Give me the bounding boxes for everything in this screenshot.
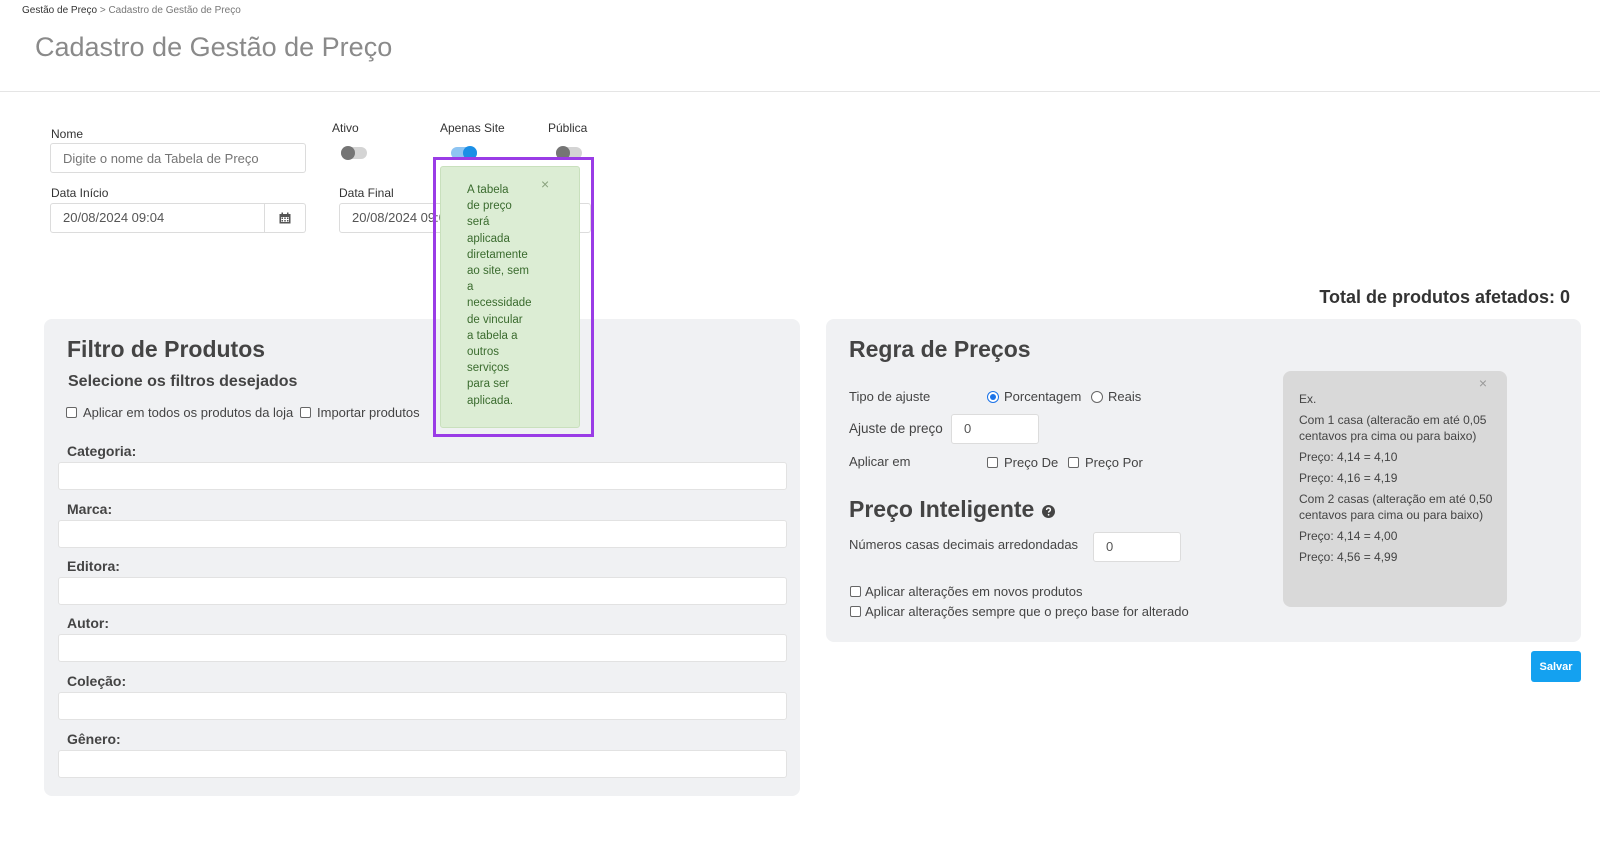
novos-produtos-label: Aplicar alterações em novos produtos [865, 584, 1083, 599]
example-line: Preço: 4,14 = 4,00 [1299, 529, 1398, 543]
example-line: Com 2 casas (alteração em até 0,50 centa… [1299, 492, 1493, 522]
publica-label: Pública [548, 121, 588, 135]
nome-input[interactable] [50, 143, 306, 173]
ativo-label: Ativo [332, 121, 359, 135]
editora-select[interactable] [58, 577, 787, 605]
aplicar-em-label: Aplicar em [849, 454, 911, 469]
tipo-ajuste-label: Tipo de ajuste [849, 389, 931, 404]
novos-produtos-checkbox[interactable] [850, 586, 861, 597]
example-line: Ex. [1299, 392, 1317, 406]
option-all-checkbox[interactable] [66, 407, 77, 418]
marca-label: Marca: [67, 501, 113, 517]
option-preco-de[interactable]: Preço De [987, 455, 1058, 470]
example-content: Ex. Com 1 casa (alteracão em até 0,05 ce… [1299, 391, 1493, 565]
colecao-label: Coleção: [67, 673, 127, 689]
radio-porcentagem-input[interactable] [987, 390, 999, 403]
categoria-select[interactable] [58, 462, 787, 490]
data-inicio-label: Data Início [51, 186, 109, 200]
preco-de-checkbox[interactable] [987, 457, 998, 468]
example-line: Com 1 casa (alteracão em até 0,05 centav… [1299, 413, 1487, 443]
breadcrumb: Gestão de Preço > Cadastro de Gestão de … [22, 5, 241, 16]
option-all-products[interactable]: Aplicar em todos os produtos da loja [66, 405, 293, 420]
marca-select[interactable] [58, 520, 787, 548]
editora-label: Editora: [67, 558, 120, 574]
preco-de-label: Preço De [1004, 455, 1059, 470]
calendar-icon [279, 212, 291, 224]
casas-decimais-input[interactable]: 0 [1093, 532, 1181, 562]
apenas-site-tooltip: × A tabela de preço será aplicada direta… [440, 166, 580, 428]
apenas-site-label: Apenas Site [440, 121, 505, 135]
preco-base-label: Aplicar alterações sempre que o preço ba… [865, 604, 1189, 619]
total-affected-products: Total de produtos afetados: 0 [1319, 287, 1570, 307]
radio-porcentagem-label: Porcentagem [1004, 389, 1082, 404]
categoria-label: Categoria: [67, 443, 137, 459]
preco-por-checkbox[interactable] [1068, 457, 1079, 468]
option-preco-por[interactable]: Preço Por [1068, 455, 1143, 470]
preco-base-checkbox[interactable] [850, 606, 861, 617]
autor-select[interactable] [58, 634, 787, 662]
nome-label: Nome [51, 127, 84, 141]
autor-label: Autor: [67, 615, 109, 631]
filtro-title: Filtro de Produtos [67, 336, 266, 362]
example-line: Preço: 4,16 = 4,19 [1299, 471, 1398, 485]
breadcrumb-separator: > [99, 5, 106, 16]
genero-label: Gênero: [67, 731, 121, 747]
radio-reais-input[interactable] [1091, 390, 1103, 403]
genero-select[interactable] [58, 750, 787, 778]
colecao-select[interactable] [58, 692, 787, 720]
filtro-subtitle: Selecione os filtros desejados [68, 373, 298, 390]
option-novos-produtos[interactable]: Aplicar alterações em novos produtos [850, 584, 1083, 599]
option-import-products[interactable]: Importar produtos [300, 405, 420, 420]
header-divider [0, 91, 1600, 92]
page-title: Cadastro de Gestão de Preço [35, 32, 393, 62]
example-line: Preço: 4,56 = 4,99 [1299, 550, 1398, 564]
save-button[interactable]: Salvar [1531, 651, 1581, 682]
option-import-checkbox[interactable] [300, 407, 311, 418]
ajuste-preco-label: Ajuste de preço [849, 421, 943, 436]
regra-title: Regra de Preços [849, 336, 1031, 362]
breadcrumb-root[interactable]: Gestão de Preço [22, 5, 97, 16]
casas-decimais-label: Números casas decimais arredondadas [849, 537, 1079, 552]
example-line: Preço: 4,14 = 4,10 [1299, 450, 1398, 464]
data-inicio-calendar-button[interactable] [265, 203, 306, 233]
preco-inteligente-heading: Preço Inteligente [849, 496, 1056, 523]
radio-reais[interactable]: Reais [1091, 389, 1141, 404]
example-box: × Ex. Com 1 casa (alteracão em até 0,05 … [1283, 371, 1507, 607]
radio-reais-label: Reais [1108, 389, 1142, 404]
ajuste-preco-input[interactable]: 0 [951, 414, 1039, 444]
option-all-label: Aplicar em todos os produtos da loja [83, 405, 294, 420]
data-final-label: Data Final [339, 186, 394, 200]
ativo-toggle[interactable] [341, 146, 367, 160]
question-circle-icon[interactable] [1042, 505, 1056, 518]
tooltip-text: A tabela de preço será aplicada diretame… [467, 184, 532, 407]
option-preco-base[interactable]: Aplicar alterações sempre que o preço ba… [850, 604, 1189, 619]
breadcrumb-current: Cadastro de Gestão de Preço [108, 5, 241, 16]
toggle-knob [341, 146, 355, 160]
preco-inteligente-title: Preço Inteligente [849, 496, 1035, 522]
close-icon[interactable]: × [1479, 375, 1487, 391]
preco-por-label: Preço Por [1085, 455, 1143, 470]
option-import-label: Importar produtos [317, 405, 420, 420]
data-inicio-input[interactable]: 20/08/2024 09:04 [50, 203, 265, 233]
radio-porcentagem[interactable]: Porcentagem [987, 389, 1081, 404]
